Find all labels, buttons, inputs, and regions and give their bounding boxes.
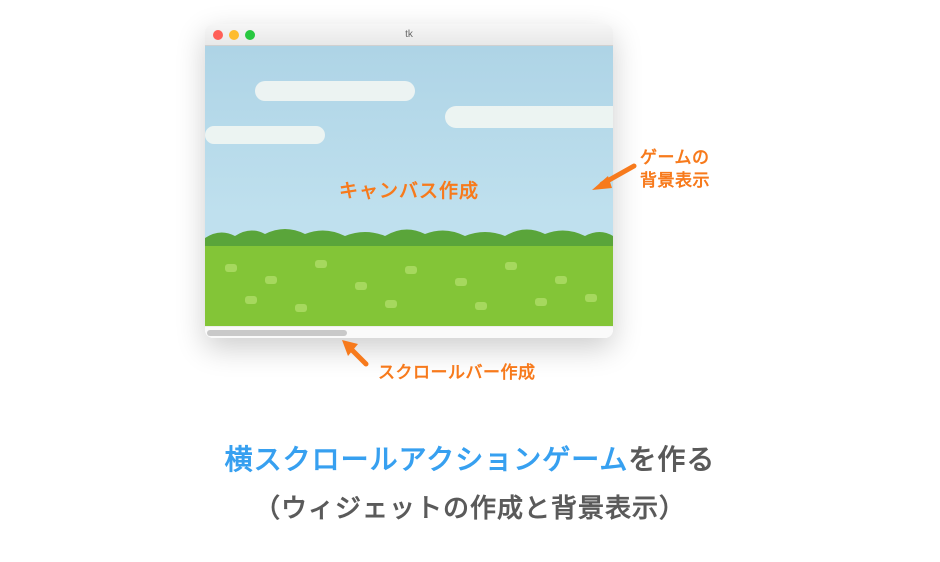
caption-rest: を作る xyxy=(628,444,715,475)
scrollbar-thumb[interactable] xyxy=(207,330,347,336)
arrow-icon xyxy=(338,336,374,368)
minimize-icon[interactable] xyxy=(229,30,239,40)
grass-background xyxy=(205,246,613,326)
annotation-line: 背景表示 xyxy=(640,170,710,193)
annotation-line: ゲームの xyxy=(640,147,710,170)
window-titlebar: tk xyxy=(205,24,613,46)
canvas-label: キャンバス作成 xyxy=(339,176,479,203)
cloud-icon xyxy=(255,81,415,101)
caption-line-1: 横スクロールアクションゲームを作る xyxy=(0,438,940,478)
traffic-lights xyxy=(205,30,255,40)
maximize-icon[interactable] xyxy=(245,30,255,40)
cloud-icon xyxy=(445,106,613,128)
caption-line-2: （ウィジェットの作成と背景表示） xyxy=(0,488,940,525)
background-annotation: ゲームの 背景表示 xyxy=(640,147,710,193)
close-icon[interactable] xyxy=(213,30,223,40)
tk-window: tk キャンバス作成 xyxy=(205,24,613,338)
window-title: tk xyxy=(405,29,413,40)
cloud-icon xyxy=(205,126,325,144)
scrollbar-annotation: スクロールバー作成 xyxy=(378,362,536,385)
horizontal-scrollbar[interactable] xyxy=(205,326,613,338)
canvas-area: キャンバス作成 xyxy=(205,46,613,326)
caption-highlight: 横スクロールアクションゲーム xyxy=(225,444,629,475)
caption: 横スクロールアクションゲームを作る （ウィジェットの作成と背景表示） xyxy=(0,438,940,525)
arrow-icon xyxy=(588,162,638,192)
